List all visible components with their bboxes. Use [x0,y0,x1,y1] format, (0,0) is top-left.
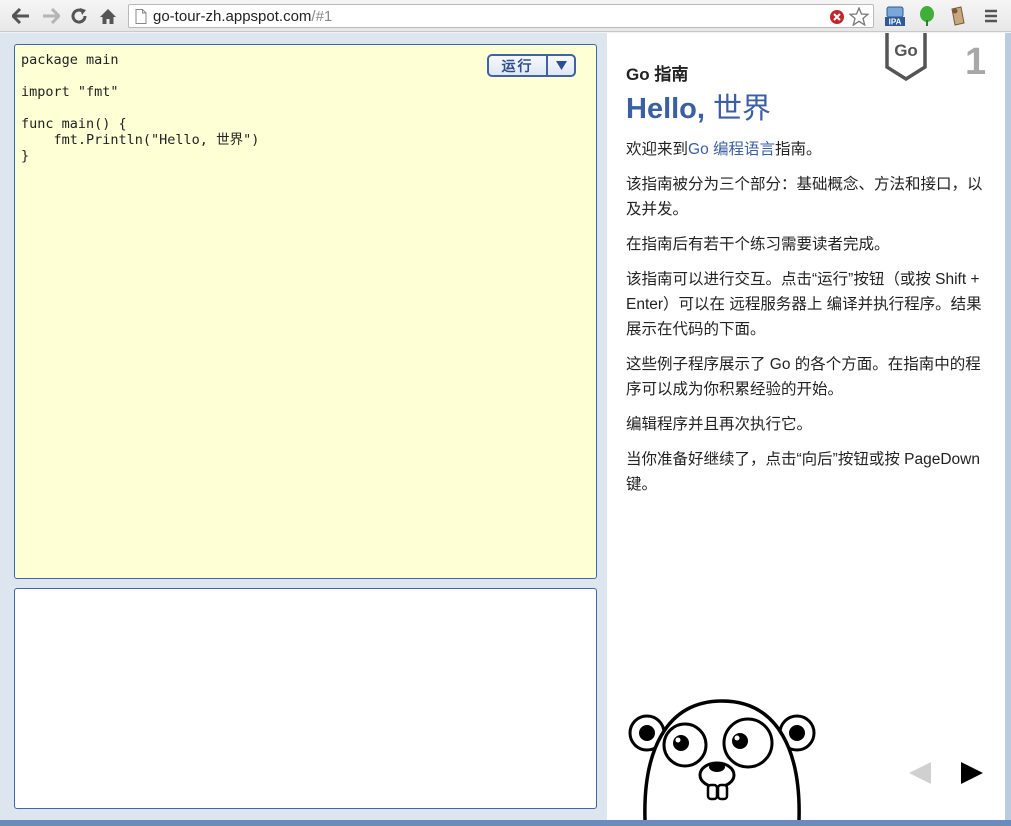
left-pane: package main import "fmt" func main() { … [0,33,607,820]
ipa-extension-icon: IPA [885,6,905,27]
go-language-link[interactable]: Go 编程语言 [688,141,775,158]
section-title: Go 指南 [626,65,689,84]
badge-label: Go [894,41,918,60]
next-arrow-icon[interactable] [959,761,985,785]
welcome-prefix: 欢迎来到 [626,141,689,158]
svg-text:IPA: IPA [889,18,902,27]
paragraph-edit: 编辑程序并且再次执行它。 [626,416,813,433]
run-button[interactable]: 运行 [489,56,548,75]
forward-arrow-icon [43,8,60,24]
code-editor[interactable]: package main import "fmt" func main() { … [14,44,597,579]
run-dropdown-button[interactable] [548,56,574,75]
url-path: /#1 [311,8,333,25]
home-button[interactable] [97,5,119,27]
welcome-suffix: 指南。 [775,141,822,158]
reload-icon [71,8,87,24]
address-bar[interactable]: go-tour-zh.appspot.com/#1 [128,4,874,28]
page-icon [135,9,147,24]
paragraph-continue: 当你准备好继续了，点击“向后”按钮或按 PageDown 键。 [626,451,980,493]
slide-number: 1 [965,41,987,83]
run-button-group: 运行 [487,54,576,77]
forward-button[interactable] [40,5,62,27]
back-arrow-icon [12,8,29,24]
window-bottom-border [0,820,1011,826]
paragraph-welcome: 欢迎来到Go 编程语言指南。 [626,137,986,162]
slide-pane: Go 1 Go 指南 Hello, 世界 欢迎来到Go 编程语言指南。 该指南被… [607,33,1005,820]
output-panel [14,588,597,809]
slide-content: 欢迎来到Go 编程语言指南。 该指南被分为三个部分：基础概念、方法和接口，以及并… [626,137,986,507]
home-icon [100,8,116,24]
reload-button[interactable] [68,5,90,27]
browser-toolbar: go-tour-zh.appspot.com/#1 IPA [0,0,1011,32]
url-host: go-tour-zh.appspot.com [153,8,312,25]
window-right-border [1005,33,1011,826]
prev-arrow-icon[interactable] [907,761,933,785]
slide-title: Hello, 世界 [626,85,771,127]
menu-button[interactable] [980,5,1002,27]
extension-brown-button[interactable] [946,5,968,27]
paragraph-interactive: 该指南可以进行交互。点击“运行”按钮（或按 Shift + Enter）可以在 … [626,271,982,338]
paragraph-examples: 这些例子程序展示了 Go 的各个方面。在指南中的程序可以成为你积累经验的开始。 [626,356,981,398]
bookmark-star-icon[interactable] [849,7,869,26]
dropdown-triangle-icon [555,61,567,70]
paragraph-exercises: 在指南后有若干个练习需要读者完成。 [626,236,890,253]
back-button[interactable] [10,5,32,27]
extension-green-button[interactable] [916,5,938,27]
page: package main import "fmt" func main() { … [0,33,1011,826]
go-badge-icon: Go [885,33,927,81]
extension-ipa-button[interactable]: IPA [884,5,906,27]
url-text: go-tour-zh.appspot.com/#1 [153,8,332,25]
blocked-icon[interactable] [829,9,845,25]
hamburger-menu-icon [985,9,997,23]
paragraph-sections: 该指南被分为三个部分：基础概念、方法和接口，以及并发。 [626,176,983,218]
title-cjk: 世界 [704,93,772,125]
title-latin: Hello, [626,93,705,125]
code-text[interactable]: package main import "fmt" func main() { … [21,52,259,164]
gopher-icon [628,699,816,820]
brown-extension-icon [951,6,965,26]
green-leaf-extension-icon [920,6,934,26]
